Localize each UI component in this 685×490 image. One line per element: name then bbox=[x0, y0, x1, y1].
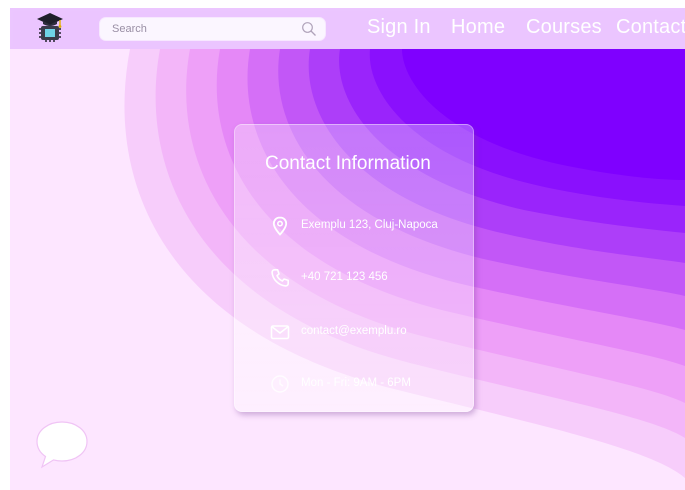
page-frame: Sign In Home Courses Contact Contact Inf… bbox=[10, 8, 685, 490]
contact-info-card: Contact Information Exemplu 123, Cluj-Na… bbox=[234, 124, 474, 412]
graduation-cap-circuit-icon[interactable] bbox=[36, 11, 64, 43]
nav-link-home[interactable]: Home bbox=[451, 16, 505, 39]
clock-icon bbox=[271, 375, 289, 393]
contact-item-text: +40 721 123 456 bbox=[301, 271, 388, 283]
chat-bubble-icon[interactable] bbox=[34, 418, 90, 470]
contact-item-text: Exemplu 123, Cluj-Napoca bbox=[301, 219, 438, 231]
mail-icon bbox=[270, 325, 290, 340]
search-box[interactable] bbox=[100, 18, 325, 40]
contact-item-text: Mon - Fri: 9AM - 6PM bbox=[301, 377, 411, 389]
contact-item-text: contact@exemplu.ro bbox=[301, 325, 407, 337]
location-pin-icon bbox=[272, 216, 288, 236]
phone-icon bbox=[271, 269, 289, 287]
nav-link-contact[interactable]: Contact bbox=[616, 16, 685, 39]
card-title: Contact Information bbox=[265, 153, 431, 174]
nav-link-sign-in[interactable]: Sign In bbox=[367, 16, 431, 39]
nav-link-courses[interactable]: Courses bbox=[526, 16, 602, 39]
search-input[interactable] bbox=[100, 18, 290, 40]
search-icon[interactable] bbox=[301, 21, 317, 37]
top-navbar: Sign In Home Courses Contact bbox=[10, 8, 685, 49]
